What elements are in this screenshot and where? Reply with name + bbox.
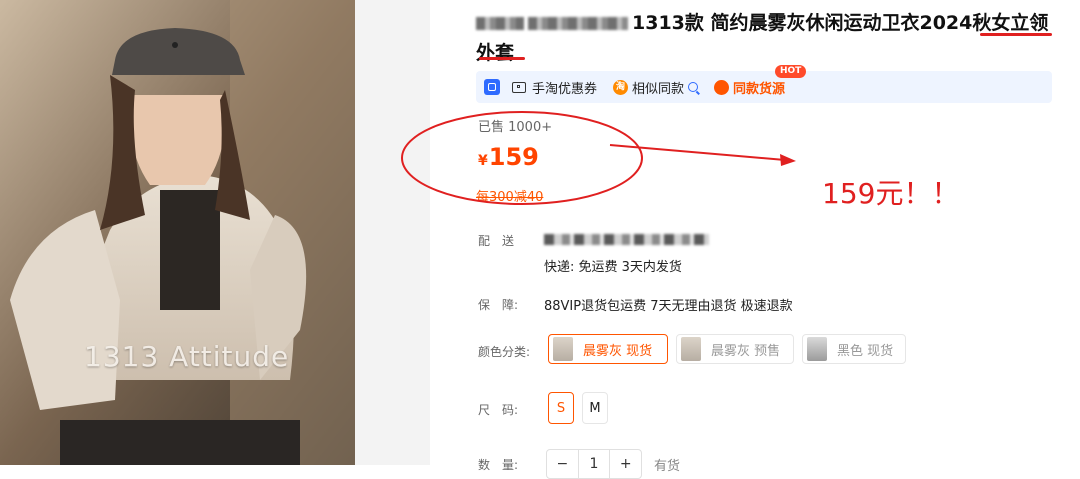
redacted-ship-from	[544, 234, 709, 245]
product-info-panel: 1313款 简约晨雾灰休闲运动卫衣2024秋女立领外套 手淘优惠券 淘 相似同款…	[476, 0, 1076, 479]
redacted-brand	[476, 17, 524, 30]
same-source-link[interactable]: 同款货源	[714, 78, 785, 97]
currency-symbol: ¥	[478, 153, 488, 169]
search-icon	[688, 82, 699, 92]
divider-strip	[355, 0, 430, 465]
price: ¥159	[478, 143, 539, 171]
promo-discount[interactable]: 每300减40	[476, 186, 543, 205]
ticket-icon	[512, 81, 526, 93]
color-swatch	[807, 337, 827, 361]
quantity-decrease-button[interactable]: −	[547, 450, 579, 478]
price-annotation-text: 159元！！	[822, 177, 960, 210]
tmall-app-icon[interactable]	[484, 79, 500, 95]
promo-bar: 手淘优惠券 淘 相似同款 同款货源 HOT	[476, 65, 1052, 103]
taobao-icon: 淘	[613, 79, 629, 95]
color-swatch	[681, 337, 701, 361]
color-option-grey-presale[interactable]: 晨雾灰 预售	[676, 334, 794, 364]
source-icon	[714, 79, 730, 95]
price-amount: 159	[488, 143, 539, 171]
color-swatch	[553, 337, 573, 361]
quantity-input[interactable]: 1	[579, 450, 610, 478]
size-option-s[interactable]: S	[548, 392, 574, 424]
title-underline-annotation-2	[479, 57, 525, 60]
color-option-grey-instock[interactable]: 晨雾灰 现货	[548, 334, 668, 364]
guarantee-label: 保 障:	[478, 298, 519, 312]
title-underline-annotation	[980, 33, 1052, 36]
hot-badge: HOT	[775, 65, 807, 78]
size-option-m[interactable]: M	[582, 392, 608, 424]
shipping-info: 快递: 免运费 3天内发货	[544, 260, 682, 275]
photo-caption: 1313 Attitude	[84, 340, 290, 373]
guarantee-info[interactable]: 88VIP退货包运费 7天无理由退货 极速退款	[544, 295, 793, 314]
color-option-black-instock[interactable]: 黑色 现货	[802, 334, 906, 364]
product-photo[interactable]: 1313 Attitude	[0, 0, 355, 465]
quantity-stepper[interactable]: − 1 +	[546, 449, 642, 479]
coupon-link[interactable]: 手淘优惠券	[512, 78, 597, 97]
sold-count: 已售 1000+	[478, 120, 553, 135]
redacted-store	[528, 17, 628, 30]
quantity-increase-button[interactable]: +	[609, 450, 641, 478]
product-title: 1313款 简约晨雾灰休闲运动卫衣2024秋女立领外套	[476, 12, 1049, 64]
delivery-label: 配 送	[478, 234, 515, 248]
color-label: 颜色分类:	[478, 345, 531, 359]
similar-items-link[interactable]: 淘 相似同款	[613, 78, 699, 97]
size-label: 尺 码:	[478, 403, 519, 417]
